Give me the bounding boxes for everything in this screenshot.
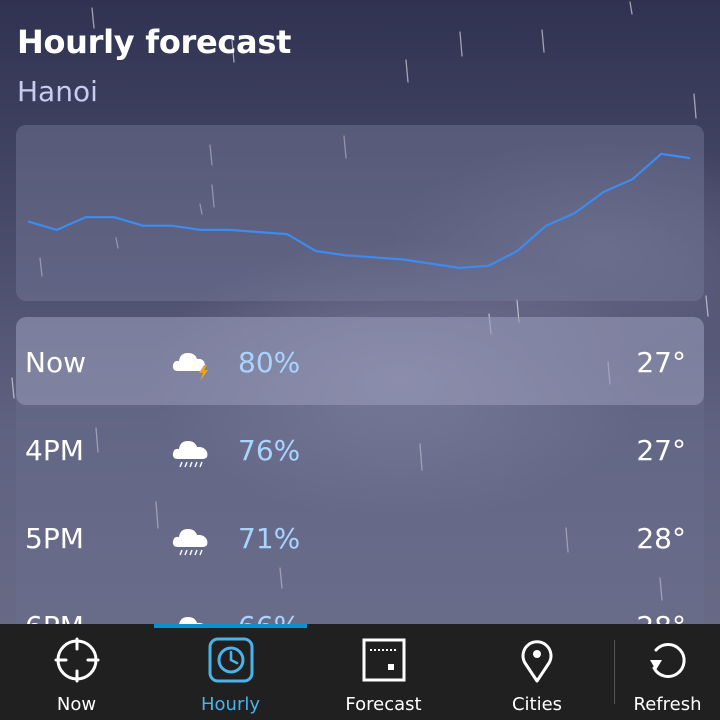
- nav-now-label: Now: [56, 694, 97, 715]
- row-temperature: 28°: [636, 522, 686, 555]
- header: Hourly forecast Hanoi: [17, 22, 291, 110]
- hourly-row-now[interactable]: Now 80% 27°: [16, 317, 704, 405]
- nav-refresh-label: Refresh: [633, 694, 702, 715]
- row-time: Now: [25, 346, 86, 379]
- nav-forecast-label: Forecast: [345, 694, 422, 715]
- cloud-lightning-icon: [172, 353, 208, 381]
- cloud-rain-icon: [172, 529, 208, 556]
- nav-cities-label: Cities: [511, 694, 563, 715]
- clock-icon: [208, 637, 253, 683]
- row-temperature: 27°: [636, 434, 686, 467]
- refresh-icon: [649, 642, 686, 678]
- row-time: 5PM: [25, 522, 84, 555]
- nav-hourly-label: Hourly: [200, 694, 260, 715]
- nav-divider: [614, 640, 615, 704]
- hourly-list[interactable]: Now 80% 27° 4PM 76% 27° 5PM 71% 28° 6PM …: [16, 317, 704, 637]
- cloud-rain-icon: [172, 441, 208, 468]
- row-precip-probability: 80%: [238, 346, 301, 379]
- city-name: Hanoi: [17, 75, 98, 108]
- row-precip-probability: 76%: [238, 434, 301, 467]
- nav-forecast-button[interactable]: Forecast: [307, 624, 460, 720]
- bottom-navigation-bar: Now Hourly Forecast Cities Refresh: [0, 624, 720, 720]
- calendar-icon: [362, 638, 405, 682]
- location-pin-icon: [521, 640, 553, 683]
- hourly-row-5pm[interactable]: 5PM 71% 28°: [16, 493, 704, 581]
- nav-cities-button[interactable]: Cities: [460, 624, 614, 720]
- nav-refresh-button[interactable]: Refresh: [615, 624, 720, 720]
- row-precip-probability: 71%: [238, 522, 301, 555]
- nav-now-button[interactable]: Now: [0, 624, 153, 720]
- crosshair-icon: [54, 637, 99, 683]
- row-temperature: 27°: [636, 346, 686, 379]
- page-title: Hourly forecast: [17, 23, 292, 61]
- temperature-series-line: [27, 152, 691, 269]
- nav-hourly-button[interactable]: Hourly: [154, 624, 307, 720]
- hourly-row-4pm[interactable]: 4PM 76% 27°: [16, 405, 704, 493]
- row-time: 4PM: [25, 434, 84, 467]
- temperature-chart: [16, 125, 704, 301]
- temperature-chart-svg: [27, 152, 691, 269]
